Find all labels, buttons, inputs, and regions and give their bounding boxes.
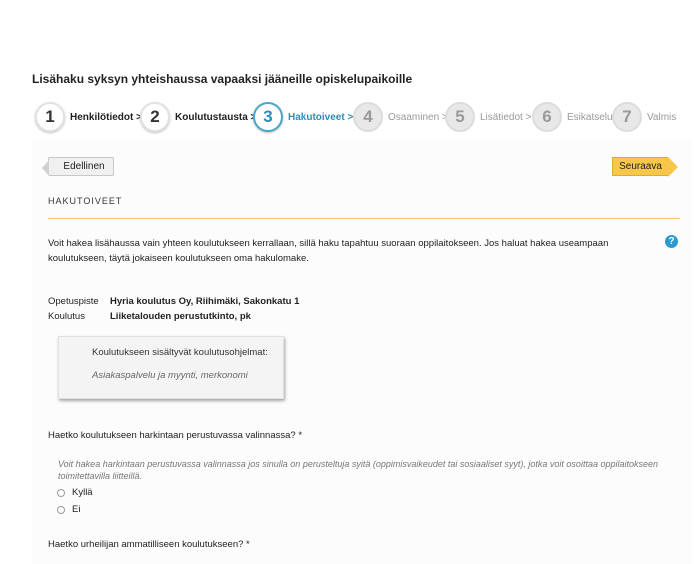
programs-box: Koulutukseen sisältyvät koulutusohjelmat… xyxy=(58,336,284,399)
intro-text: Voit hakea lisähaussa vain yhteen koulut… xyxy=(48,238,609,264)
step-hakutoiveet[interactable]: 3 Hakutoiveet > xyxy=(253,102,353,132)
step-esikatselu: 6 Esikatselu xyxy=(532,102,613,132)
help-icon[interactable]: ? xyxy=(665,235,678,248)
arrow-left-icon xyxy=(42,160,49,176)
radio-button[interactable] xyxy=(57,488,65,497)
program-label: Koulutus xyxy=(48,311,85,322)
step-label: Lisätiedot > xyxy=(480,111,532,123)
next-button[interactable]: Seuraava xyxy=(612,157,678,177)
step-number: 6 xyxy=(532,102,562,132)
step-number: 1 xyxy=(35,102,65,132)
section-title: HAKUTOIVEET xyxy=(48,196,123,206)
programs-box-item: Asiakaspalvelu ja myynti, merkonomi xyxy=(92,370,248,381)
program-value: Liiketalouden perustutkinto, pk xyxy=(110,311,251,322)
step-number: 3 xyxy=(253,102,283,132)
step-number: 4 xyxy=(353,102,383,132)
school-value: Hyria koulutus Oy, Riihimäki, Sakonkatu … xyxy=(110,296,300,307)
step-label: Valmis xyxy=(647,111,677,123)
programs-box-title: Koulutukseen sisältyvät koulutusohjelmat… xyxy=(92,347,268,358)
radio-label: Kyllä xyxy=(72,487,93,498)
previous-button[interactable]: Edellinen xyxy=(42,157,114,176)
radio-button[interactable] xyxy=(57,505,65,514)
step-number: 2 xyxy=(140,102,170,132)
question-harkinta-hint: Voit hakea harkintaan perustuvassa valin… xyxy=(58,459,658,481)
step-lisatiedot: 5 Lisätiedot > xyxy=(445,102,531,132)
step-label: Henkilötiedot > xyxy=(70,111,142,123)
question-urheilija: Haetko urheilijan ammatilliseen koulutuk… xyxy=(48,539,250,550)
step-label: Koulutustausta > xyxy=(175,111,257,123)
question-harkinta: Haetko koulutukseen harkintaan perustuva… xyxy=(48,430,303,441)
school-label: Opetuspiste xyxy=(48,296,99,307)
radio-label: Ei xyxy=(72,504,81,515)
school-row: Opetuspiste Hyria koulutus Oy, Riihimäki,… xyxy=(48,296,299,307)
previous-button-label: Edellinen xyxy=(63,161,105,172)
step-label: Esikatselu xyxy=(567,111,613,123)
radio-option-yes[interactable]: Kyllä xyxy=(57,487,93,498)
next-button-label: Seuraava xyxy=(619,161,662,172)
radio-option-no[interactable]: Ei xyxy=(57,504,80,515)
step-label: Hakutoiveet > xyxy=(288,111,354,123)
step-valmis: 7 Valmis xyxy=(612,102,676,132)
section-divider xyxy=(48,218,680,219)
arrow-right-icon xyxy=(668,157,678,177)
step-number: 7 xyxy=(612,102,642,132)
step-koulutustausta[interactable]: 2 Koulutustausta > xyxy=(140,102,256,132)
step-henkilotiedot[interactable]: 1 Henkilötiedot > xyxy=(35,102,142,132)
page-title: Lisähaku syksyn yhteishaussa vapaaksi jä… xyxy=(32,72,413,86)
step-label: Osaaminen > xyxy=(388,111,448,123)
step-number: 5 xyxy=(445,102,475,132)
program-row: Koulutus Liiketalouden perustutkinto, pk xyxy=(48,311,251,322)
step-osaaminen: 4 Osaaminen > xyxy=(353,102,448,132)
